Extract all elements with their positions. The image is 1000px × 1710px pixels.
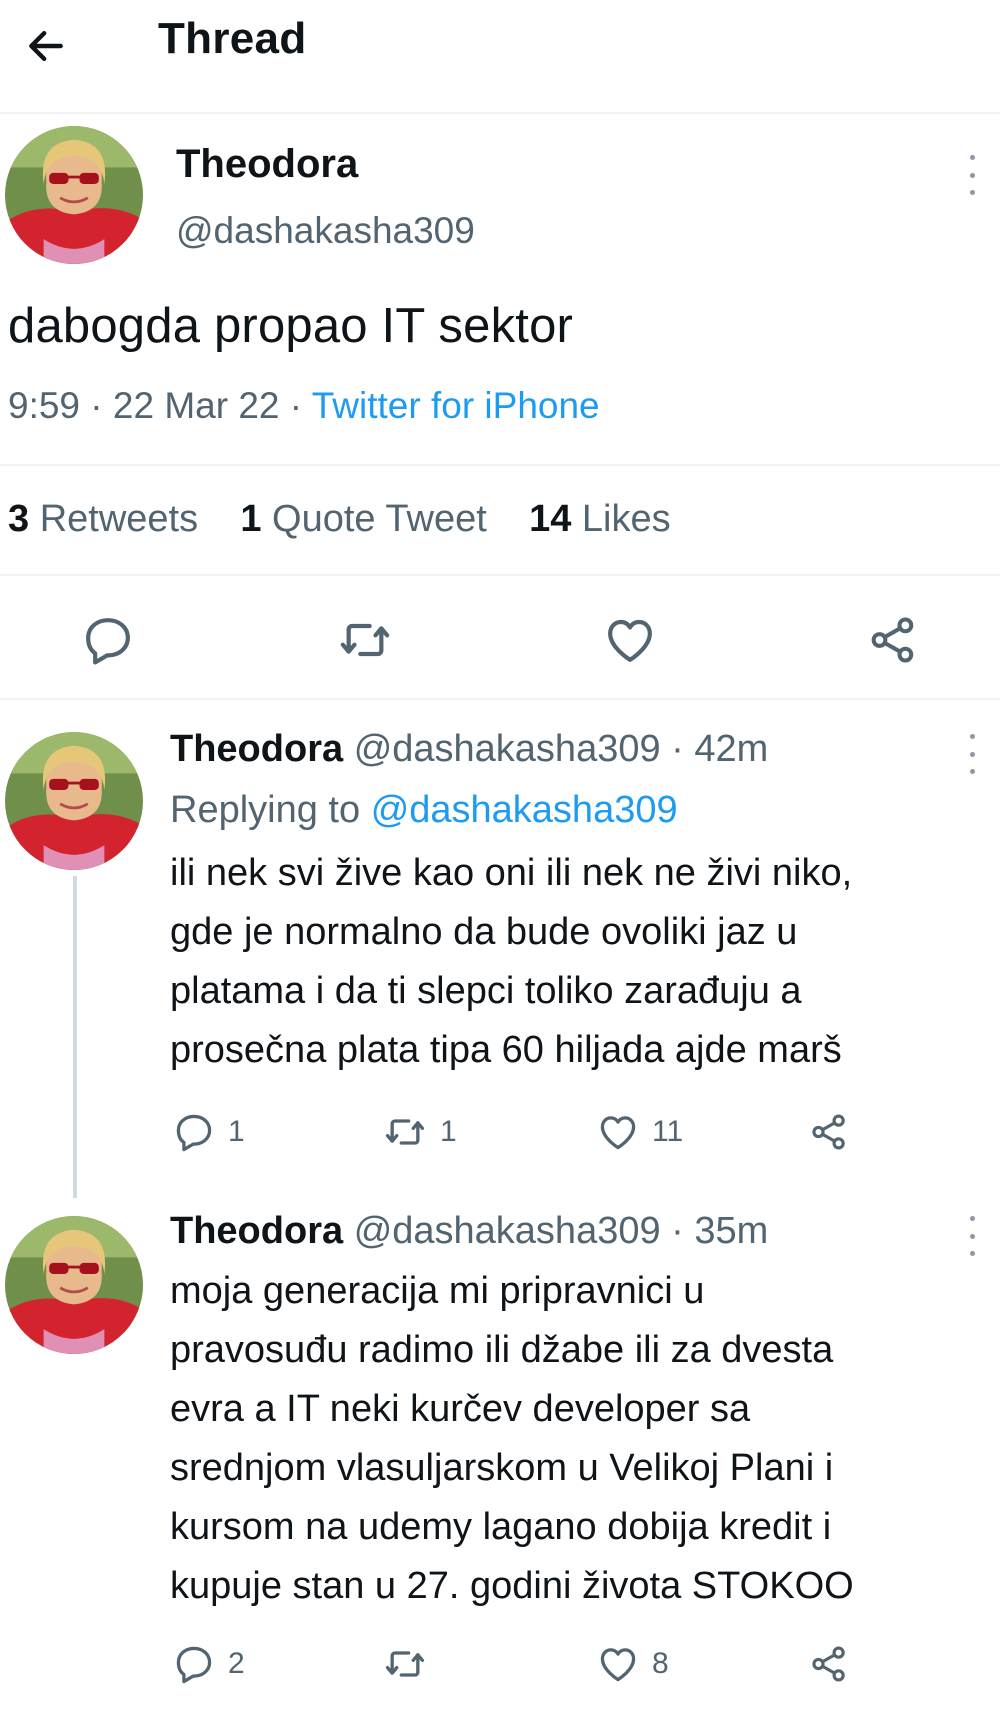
tweet-stats: 3 Retweets 1 Quote Tweet 14 Likes xyxy=(8,498,671,541)
avatar[interactable] xyxy=(5,126,143,264)
reply-2-share-button[interactable] xyxy=(808,1642,850,1686)
retweet-icon xyxy=(382,1110,428,1154)
reply-2-handle[interactable]: @dashakasha309 xyxy=(354,1210,661,1252)
author-name[interactable]: Theodora xyxy=(176,142,358,187)
reply-1-more-icon[interactable] xyxy=(960,734,984,774)
avatar-image xyxy=(5,126,143,264)
stats-divider xyxy=(0,574,1000,576)
share-icon xyxy=(808,1642,850,1686)
reply-2-avatar[interactable] xyxy=(5,1216,143,1354)
share-icon[interactable] xyxy=(866,612,920,668)
back-arrow-icon xyxy=(24,24,68,68)
reply-2-retweet-button[interactable] xyxy=(382,1642,440,1686)
reply-1-name[interactable]: Theodora xyxy=(170,728,343,770)
like-icon[interactable] xyxy=(602,612,658,668)
reply-icon xyxy=(172,1110,216,1154)
tweet-meta: 9:59 · 22 Mar 22 · Twitter for iPhone xyxy=(8,385,600,426)
avatar-image xyxy=(5,1216,143,1354)
page-title: Thread xyxy=(158,14,307,63)
reply-icon[interactable] xyxy=(80,612,136,668)
reply-2-text: moja generacija mi pripravnici u pravosu… xyxy=(170,1270,854,1607)
meta-divider xyxy=(0,464,1000,466)
retweet-icon[interactable] xyxy=(336,612,394,668)
reply-1-header: Theodora @dashakasha309 · 42m xyxy=(170,728,769,770)
reply-2-more-icon[interactable] xyxy=(960,1216,984,1256)
actions-divider xyxy=(0,698,1000,700)
reply-1-text: ili nek svi žive kao oni ili nek ne živi… xyxy=(170,852,853,1071)
tweet-time[interactable]: 9:59 xyxy=(8,385,80,426)
avatar-image xyxy=(5,732,143,870)
quotes-stat[interactable]: 1 Quote Tweet xyxy=(240,498,486,540)
tweet-date[interactable]: 22 Mar 22 xyxy=(113,385,280,426)
header-divider xyxy=(0,112,1000,114)
back-button[interactable] xyxy=(18,18,74,74)
reply-1-retweet-button[interactable]: 1 xyxy=(382,1110,457,1154)
reply-1-time[interactable]: 42m xyxy=(694,728,768,770)
like-icon xyxy=(596,1110,640,1154)
like-icon xyxy=(596,1642,640,1686)
reply-2-reply-button[interactable]: 2 xyxy=(172,1642,245,1686)
reply-1-mention[interactable]: @dashakasha309 xyxy=(371,789,678,831)
likes-stat[interactable]: 14 Likes xyxy=(529,498,671,540)
more-icon[interactable] xyxy=(960,155,984,195)
reply-1-handle[interactable]: @dashakasha309 xyxy=(354,728,661,770)
retweets-stat[interactable]: 3 Retweets xyxy=(8,498,198,540)
reply-2-name[interactable]: Theodora xyxy=(170,1210,343,1252)
reply-1-reply-button[interactable]: 1 xyxy=(172,1110,245,1154)
tweet-text: dabogda propao IT sektor xyxy=(8,299,574,353)
reply-icon xyxy=(172,1642,216,1686)
tweet-source[interactable]: Twitter for iPhone xyxy=(312,385,600,426)
thread-line xyxy=(73,876,77,1198)
reply-2-header: Theodora @dashakasha309 · 35m xyxy=(170,1210,769,1252)
retweet-icon xyxy=(382,1642,428,1686)
author-handle[interactable]: @dashakasha309 xyxy=(176,210,475,252)
share-icon xyxy=(808,1110,850,1154)
reply-1-avatar[interactable] xyxy=(5,732,143,870)
reply-2-like-button[interactable]: 8 xyxy=(596,1642,669,1686)
reply-1-share-button[interactable] xyxy=(808,1110,850,1154)
reply-2-time[interactable]: 35m xyxy=(694,1210,768,1252)
reply-1-replying-to: Replying to @dashakasha309 xyxy=(170,789,678,831)
reply-1-like-button[interactable]: 11 xyxy=(596,1110,683,1154)
